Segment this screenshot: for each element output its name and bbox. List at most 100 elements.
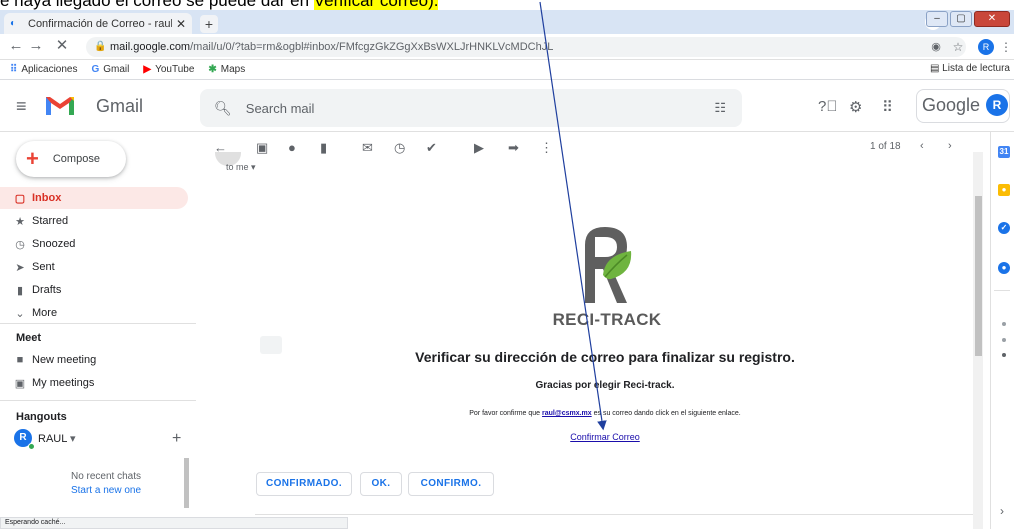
browser-tab[interactable]: ◐ Confirmación de Correo - raul@c ✕ (4, 13, 192, 34)
sidebar-item-label: New meeting (32, 354, 97, 366)
star-icon: ★ (15, 215, 25, 228)
confirm-email-link[interactable]: Confirmar Correo (540, 432, 670, 442)
delete-icon[interactable]: ▮ (320, 140, 327, 156)
to-me-label: to me (226, 162, 249, 172)
tasks-app-icon[interactable]: ✓ (998, 222, 1010, 234)
tab-close-icon[interactable]: ✕ (176, 17, 186, 31)
sidebar-item-sent[interactable]: ➤ Sent (0, 256, 188, 278)
back-icon[interactable]: ← (8, 38, 24, 54)
add-chat-icon[interactable]: + (172, 430, 181, 448)
smart-reply-confirmado[interactable]: CONFIRMADO. (256, 472, 352, 496)
sidebar-divider (0, 400, 196, 401)
contacts-app-icon[interactable]: ● (998, 262, 1010, 274)
recipient-details-toggle[interactable]: to me ▾ (226, 162, 256, 173)
confirm-instructions: Por favor confirme que raul@csmx.mx es s… (380, 410, 830, 417)
hidden-content-indicator[interactable] (260, 336, 282, 354)
maps-icon: ✱ (208, 64, 217, 75)
browser-menu-icon[interactable]: ⋮ (998, 39, 1014, 55)
youtube-icon: ▶ (143, 64, 152, 75)
start-new-chat-link[interactable]: Start a new one (40, 484, 172, 498)
archive-icon[interactable]: ▣ (256, 140, 268, 156)
google-g-icon: G (91, 64, 100, 75)
search-bar[interactable]: 🔍︎ Search mail ☷ (200, 89, 742, 127)
extension-icon[interactable]: ◉ (928, 39, 944, 55)
smart-reply-ok[interactable]: OK. (360, 472, 402, 496)
tab-favicon-icon: ◐ (10, 17, 17, 29)
close-window-button[interactable]: ✕ (974, 11, 1010, 27)
sidebar-item-more[interactable]: ⌄ More (0, 302, 188, 324)
sidebar-divider (0, 323, 196, 324)
search-options-icon[interactable]: ☷ (714, 100, 726, 116)
hangouts-section-title: Hangouts (16, 411, 67, 423)
add-to-tasks-icon[interactable]: ✔ (426, 140, 437, 156)
google-wordmark: Google (922, 95, 981, 115)
no-chats-panel: No recent chats Start a new one (40, 470, 172, 498)
hangouts-user-name: RAUL (38, 433, 67, 445)
document-caption: e haya llegado el correo se puede dar en… (0, 0, 1014, 10)
google-apps-icon[interactable]: ⠿ (882, 98, 893, 116)
expand-panel-icon[interactable]: › (1000, 504, 1004, 518)
url-bar[interactable]: 🔒 mail.google.com/mail/u/0/?tab=rm&ogbl#… (86, 37, 966, 57)
no-chats-text: No recent chats (70, 471, 142, 482)
reading-list-button[interactable]: ▤ Lista de lectura (930, 63, 1010, 74)
lock-icon[interactable]: 🔒 (94, 37, 106, 57)
url-path: /mail/u/0/?tab=rm&ogbl#inbox/FMfcgzGkZGg… (190, 41, 554, 53)
sidebar-item-drafts[interactable]: ▮ Drafts (0, 279, 188, 301)
side-panel-dot-icon (1002, 338, 1006, 342)
bookmark-label: YouTube (155, 64, 195, 75)
report-spam-icon[interactable]: ● (288, 140, 296, 155)
bookmark-label: Gmail (103, 64, 130, 75)
sidebar-item-starred[interactable]: ★ Starred (0, 210, 188, 232)
search-placeholder: Search mail (245, 100, 315, 116)
more-options-icon[interactable]: ⋮ (540, 140, 553, 156)
bookmark-star-icon[interactable]: ☆ (950, 39, 966, 55)
compose-button[interactable]: + Compose (16, 141, 126, 177)
draft-icon: ▮ (16, 284, 24, 297)
side-panel-dot-icon (1002, 353, 1006, 357)
chat-scrollbar[interactable] (184, 458, 189, 508)
bookmark-youtube[interactable]: ▶ YouTube (143, 64, 194, 75)
caption-highlight: Verificar correo). (313, 0, 439, 10)
newer-icon[interactable]: ‹ (920, 140, 924, 152)
main-scrollbar-thumb[interactable] (975, 196, 982, 356)
reading-list-icon: ▤ (929, 63, 940, 74)
hangouts-user-menu[interactable]: RAUL ▾ (38, 432, 76, 445)
sidebar-item-snoozed[interactable]: ◷ Snoozed (0, 233, 188, 255)
sidebar-item-new-meeting[interactable]: ■ New meeting (0, 349, 188, 371)
gmail-logo-icon[interactable] (44, 93, 76, 117)
sidebar-item-label: Sent (32, 261, 55, 273)
older-icon[interactable]: › (948, 140, 952, 152)
smart-reply-confirmo[interactable]: CONFIRMO. (408, 472, 494, 496)
bookmark-maps[interactable]: ✱ Maps (208, 64, 245, 75)
label-icon[interactable]: ➡ (508, 140, 519, 156)
search-icon[interactable]: 🔍︎ (214, 100, 232, 117)
chevron-down-icon: ⌄ (15, 307, 25, 320)
mark-unread-icon[interactable]: ✉ (362, 140, 373, 156)
minimize-button[interactable]: – (926, 11, 948, 27)
main-menu-icon[interactable]: ≡ (16, 96, 27, 117)
new-tab-button[interactable]: + (200, 15, 218, 33)
window-controls: – ▢ ✕ (926, 11, 1010, 27)
forward-icon[interactable]: → (28, 38, 44, 54)
url-host: mail.google.com (110, 41, 191, 53)
bookmark-gmail[interactable]: G Gmail (91, 64, 129, 75)
sidebar-item-label: More (32, 307, 58, 319)
account-avatar[interactable]: R (986, 94, 1008, 116)
sidebar-item-my-meetings[interactable]: ▣ My meetings (0, 372, 188, 394)
settings-gear-icon[interactable]: ⚙ (849, 98, 862, 116)
move-to-icon[interactable]: ▶ (474, 140, 484, 156)
bookmark-apps[interactable]: ⠿ Aplicaciones (10, 64, 77, 75)
brand-name: RECI-TRACK (552, 310, 662, 329)
reading-list-label: Lista de lectura (942, 63, 1010, 74)
sidebar-item-inbox[interactable]: ▢ Inbox (0, 187, 188, 209)
calendar-app-icon[interactable]: 31 (998, 146, 1010, 158)
browser-profile-avatar[interactable]: R (978, 39, 994, 55)
side-panel-dot-icon (1002, 322, 1006, 326)
snooze-icon[interactable]: ◷ (394, 140, 405, 156)
keep-app-icon[interactable]: ● (998, 184, 1010, 196)
help-icon[interactable]: ?⃝ (818, 98, 838, 115)
stop-loading-icon[interactable]: ✕ (54, 38, 70, 54)
email-address-link[interactable]: raul@csmx.mx (542, 410, 592, 417)
maximize-button[interactable]: ▢ (950, 11, 972, 27)
sidebar-item-label: Inbox (32, 192, 62, 204)
